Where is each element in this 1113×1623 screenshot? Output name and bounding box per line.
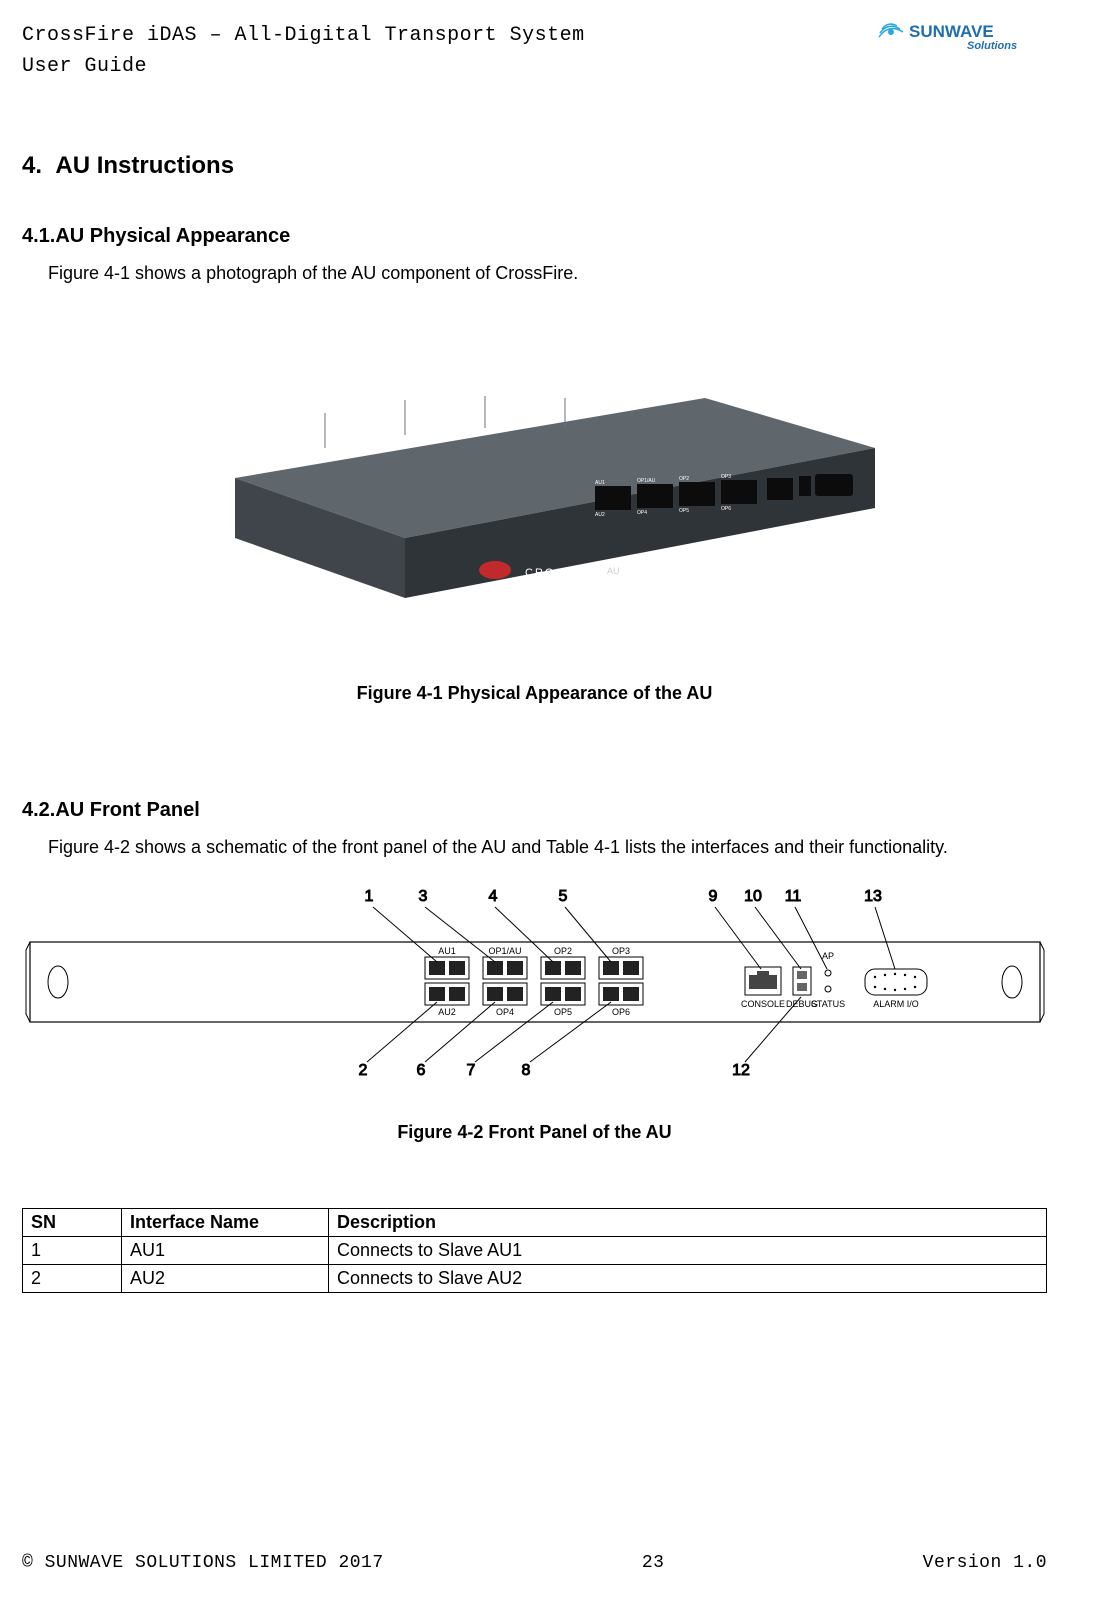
svg-text:AU: AU [607,566,620,576]
subsection-2-title: AU Front Panel [55,799,199,821]
page-footer: © SUNWAVE SOLUTIONS LIMITED 2017 23 Vers… [22,1553,1047,1573]
svg-text:OP3: OP3 [611,946,629,956]
svg-text:6: 6 [416,1062,425,1077]
svg-text:OP4: OP4 [637,510,647,516]
svg-text:5: 5 [558,888,567,905]
svg-text:AU2: AU2 [595,512,605,518]
subsection-heading-1: 4.1.AU Physical Appearance [22,225,1047,248]
footer-version: Version 1.0 [923,1553,1047,1573]
svg-text:ALARM I/O: ALARM I/O [873,999,919,1009]
section-title: AU Instructions [55,152,234,179]
th-interface: Interface Name [122,1208,329,1236]
doc-title-block: CrossFire iDAS – All-Digital Transport S… [22,20,585,82]
svg-text:AU2: AU2 [438,1007,456,1017]
svg-text:1: 1 [364,888,373,905]
th-sn: SN [23,1208,122,1236]
paragraph-2: Figure 4-2 shows a schematic of the fron… [48,834,1047,862]
table-row: 1 AU1 Connects to Slave AU1 [23,1236,1047,1264]
doc-title-line-1: CrossFire iDAS – All-Digital Transport S… [22,20,585,51]
subsection-heading-2: 4.2.AU Front Panel [22,799,1047,822]
page-header: CrossFire iDAS – All-Digital Transport S… [22,20,1047,82]
logo-sub-text: Solutions [967,40,1017,52]
figure-1-image: AU1 OP1/AU OP2 OP3 AU2 OP4 OP5 OP6 CROSS… [175,338,895,638]
svg-text:OP1/AU: OP1/AU [488,946,521,956]
section-heading: 4. AU Instructions [22,152,1047,180]
svg-text:OP1/AU: OP1/AU [637,478,656,484]
svg-text:2: 2 [358,1062,367,1077]
svg-text:STATUS: STATUS [810,999,844,1009]
subsection-1-title: AU Physical Appearance [55,225,290,247]
figure-2-caption: Figure 4-2 Front Panel of the AU [22,1122,1047,1143]
svg-text:4: 4 [488,888,497,905]
svg-text:10: 10 [744,888,762,905]
svg-text:12: 12 [732,1062,750,1077]
sunwave-logo-icon: SUNWAVE Solutions [877,20,1047,64]
svg-text:OP6: OP6 [611,1007,629,1017]
svg-text:OP5: OP5 [553,1007,571,1017]
paragraph-1: Figure 4-1 shows a photograph of the AU … [48,260,1047,288]
svg-text:7: 7 [466,1062,475,1077]
subsection-2-number: 4.2. [22,799,55,821]
svg-text:11: 11 [784,888,801,905]
company-logo: SUNWAVE Solutions [877,20,1047,64]
svg-text:13: 13 [864,888,882,905]
svg-text:OP2: OP2 [679,476,689,482]
interface-table: SN Interface Name Description 1 AU1 Conn… [22,1208,1047,1293]
figure-2-diagram: AU1 AU2 OP1/AU OP4 OP2 OP5 [25,877,1045,1077]
logo-main-text: SUNWAVE [909,22,994,41]
th-description: Description [329,1208,1047,1236]
table-header-row: SN Interface Name Description [23,1208,1047,1236]
svg-text:OP5: OP5 [679,508,689,514]
footer-copyright: © SUNWAVE SOLUTIONS LIMITED 2017 [22,1553,384,1573]
svg-text:OP3: OP3 [721,474,731,480]
svg-text:9: 9 [708,888,717,905]
svg-text:OP4: OP4 [495,1007,513,1017]
svg-text:AU1: AU1 [438,946,456,956]
svg-text:8: 8 [521,1062,530,1077]
footer-page-number: 23 [642,1553,665,1573]
figure-1-caption: Figure 4-1 Physical Appearance of the AU [22,683,1047,704]
svg-text:AU1: AU1 [595,480,605,486]
svg-text:3: 3 [418,888,427,905]
subsection-1-number: 4.1. [22,225,55,247]
section-number: 4. [22,152,42,179]
svg-text:CROSSFIRE: CROSSFIRE [525,567,607,579]
doc-title-line-2: User Guide [22,51,585,82]
svg-text:AP: AP [821,951,833,961]
svg-text:OP2: OP2 [553,946,571,956]
svg-text:CONSOLE: CONSOLE [740,999,784,1009]
table-row: 2 AU2 Connects to Slave AU2 [23,1264,1047,1292]
svg-text:OP6: OP6 [721,506,731,512]
